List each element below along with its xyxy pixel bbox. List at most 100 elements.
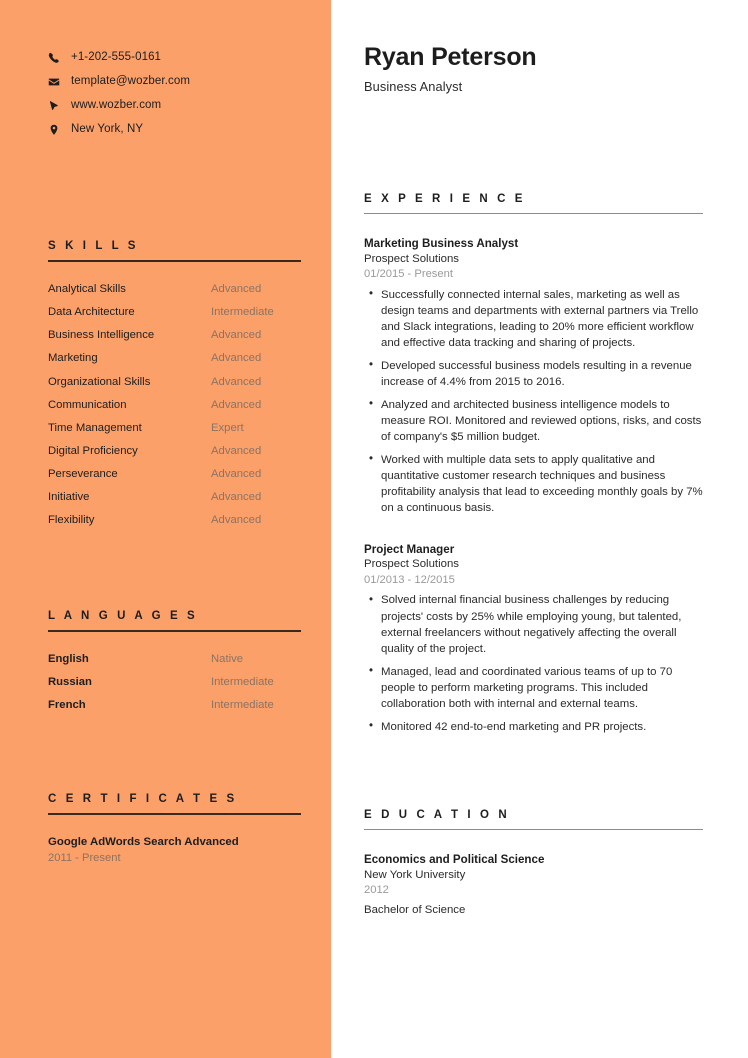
skill-level: Advanced bbox=[211, 468, 262, 481]
experience-entry-title: Marketing Business Analyst bbox=[364, 237, 519, 250]
education-heading: E D U C A T I O N bbox=[364, 808, 510, 821]
certificates-divider bbox=[48, 812, 301, 815]
skill-name: Analytical Skills bbox=[48, 283, 126, 295]
skill-level: Expert bbox=[211, 421, 244, 434]
skill-row: Data Architecture Intermediate bbox=[48, 306, 301, 320]
skill-level: Advanced bbox=[211, 444, 262, 457]
list-item: Managed, lead and coordinated various te… bbox=[369, 663, 703, 713]
contact-location-text: New York, NY bbox=[71, 122, 144, 135]
job-title: Business Analyst bbox=[364, 78, 463, 94]
skill-level: Advanced bbox=[211, 514, 262, 527]
language-name: French bbox=[48, 699, 86, 712]
envelope-icon bbox=[48, 76, 68, 88]
list-item: Analyzed and architected business intell… bbox=[369, 396, 703, 446]
languages-section: L A N G U A G E S English Native Russian… bbox=[0, 610, 331, 713]
skill-name: Business Intelligence bbox=[48, 329, 155, 342]
skill-level: Intermediate bbox=[211, 306, 274, 319]
language-level: Intermediate bbox=[211, 676, 274, 689]
skill-level: Advanced bbox=[211, 283, 262, 295]
contact-email-text: template@wozber.com bbox=[71, 74, 191, 87]
certificate-date: 2011 - Present bbox=[48, 851, 121, 864]
experience-heading: E X P E R I E N C E bbox=[364, 192, 526, 205]
experience-section: E X P E R I E N C E Marketing Business A… bbox=[364, 193, 703, 735]
phone-icon bbox=[48, 52, 68, 64]
skill-row: Communication Advanced bbox=[48, 399, 301, 413]
skill-name: Communication bbox=[48, 398, 127, 411]
page-title: Ryan Peterson bbox=[364, 43, 537, 71]
language-name: Russian bbox=[48, 676, 92, 689]
skill-level: Advanced bbox=[211, 329, 262, 342]
language-row: Russian Intermediate bbox=[48, 676, 301, 690]
experience-divider bbox=[364, 212, 703, 214]
skill-row: Marketing Advanced bbox=[48, 352, 301, 366]
languages-divider bbox=[48, 629, 301, 632]
education-entry-org: New York University bbox=[364, 868, 466, 881]
skills-heading: S K I L L S bbox=[48, 240, 139, 252]
skill-row: Flexibility Advanced bbox=[48, 514, 301, 528]
skill-name: Initiative bbox=[48, 491, 90, 504]
certificates-section: C E R T I F I C A T E S Google AdWords S… bbox=[0, 793, 331, 864]
education-entry-title: Economics and Political Science bbox=[364, 853, 545, 867]
skill-row: Time Management Expert bbox=[48, 422, 301, 436]
experience-entry-title: Project Manager bbox=[364, 542, 455, 556]
contact-item-phone: +1-202-555-0161 bbox=[48, 46, 331, 69]
education-entry-degree: Bachelor of Science bbox=[364, 904, 466, 917]
contact-item-location: New York, NY bbox=[48, 118, 331, 141]
experience-entry-date: 01/2013 - 12/2015 bbox=[364, 573, 455, 586]
contact-phone-text: +1-202-555-0161 bbox=[71, 50, 162, 63]
list-item: Successfully connected internal sales, m… bbox=[369, 286, 703, 352]
certificate-title: Google AdWords Search Advanced bbox=[48, 835, 239, 848]
language-level: Native bbox=[211, 652, 244, 665]
cursor-icon bbox=[48, 100, 68, 112]
skill-row: Initiative Advanced bbox=[48, 491, 301, 505]
skills-divider bbox=[48, 260, 301, 262]
education-divider bbox=[364, 828, 703, 831]
skill-row: Analytical Skills Advanced bbox=[48, 283, 301, 297]
sidebar: +1-202-555-0161 template@wozber.com www.… bbox=[0, 0, 331, 1058]
skill-name: Flexibility bbox=[48, 514, 95, 527]
skill-name: Data Architecture bbox=[48, 306, 135, 319]
skill-row: Business Intelligence Advanced bbox=[48, 329, 301, 343]
experience-entry-org: Prospect Solutions bbox=[364, 252, 459, 265]
language-name: English bbox=[48, 652, 89, 665]
contact-list: +1-202-555-0161 template@wozber.com www.… bbox=[0, 0, 331, 141]
skills-section: S K I L L S Analytical Skills Advanced D… bbox=[0, 240, 331, 528]
languages-heading: L A N G U A G E S bbox=[48, 609, 198, 622]
skill-level: Advanced bbox=[211, 398, 262, 411]
skill-level: Advanced bbox=[211, 352, 262, 365]
skill-name: Organizational Skills bbox=[48, 375, 151, 388]
resume-page: +1-202-555-0161 template@wozber.com www.… bbox=[0, 0, 748, 1058]
skill-level: Advanced bbox=[211, 491, 262, 504]
location-pin-icon bbox=[48, 124, 68, 136]
education-entry: Economics and Political Science New York… bbox=[364, 852, 703, 919]
skill-row: Organizational Skills Advanced bbox=[48, 376, 301, 390]
language-row: English Native bbox=[48, 653, 301, 667]
language-row: French Intermediate bbox=[48, 699, 301, 713]
contact-item-website: www.wozber.com bbox=[48, 94, 331, 117]
skill-name: Digital Proficiency bbox=[48, 444, 138, 457]
list-item: Developed successful business models res… bbox=[369, 357, 703, 390]
main-column: Ryan Peterson Business Analyst E X P E R… bbox=[331, 0, 748, 1058]
experience-bullet-list: Solved internal financial business chall… bbox=[364, 592, 703, 735]
skill-row: Perseverance Advanced bbox=[48, 468, 301, 482]
certificates-heading: C E R T I F I C A T E S bbox=[48, 792, 238, 805]
list-item: Monitored 42 end-to-end marketing and PR… bbox=[369, 718, 703, 735]
education-section: E D U C A T I O N Economics and Politica… bbox=[364, 809, 703, 919]
education-entry-date: 2012 bbox=[364, 884, 389, 897]
skill-name: Time Management bbox=[48, 421, 142, 434]
experience-entry: Marketing Business Analyst Prospect Solu… bbox=[364, 236, 703, 517]
skill-name: Perseverance bbox=[48, 468, 118, 481]
skill-name: Marketing bbox=[48, 352, 98, 365]
language-level: Intermediate bbox=[211, 699, 274, 712]
certificate-entry: Google AdWords Search Advanced 2011 - Pr… bbox=[48, 836, 301, 864]
experience-entry: Project Manager Prospect Solutions 01/20… bbox=[364, 542, 703, 735]
skill-row: Digital Proficiency Advanced bbox=[48, 445, 301, 459]
list-item: Worked with multiple data sets to apply … bbox=[369, 451, 703, 517]
experience-entry-org: Prospect Solutions bbox=[364, 558, 459, 571]
experience-entry-date: 01/2015 - Present bbox=[364, 268, 453, 281]
skill-level: Advanced bbox=[211, 375, 262, 388]
contact-item-email: template@wozber.com bbox=[48, 70, 331, 93]
contact-website-text: www.wozber.com bbox=[71, 98, 162, 111]
experience-bullet-list: Successfully connected internal sales, m… bbox=[364, 286, 703, 517]
list-item: Solved internal financial business chall… bbox=[369, 592, 703, 657]
